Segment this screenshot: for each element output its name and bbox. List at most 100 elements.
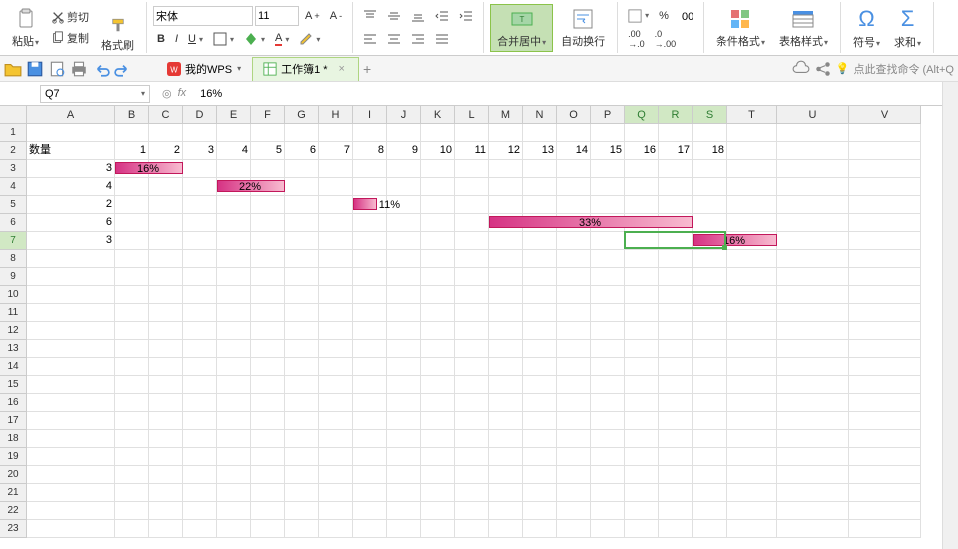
cell[interactable] [777,484,849,502]
select-all-corner[interactable] [0,106,27,124]
align-center-button[interactable] [383,30,405,48]
column-header[interactable]: O [557,106,591,124]
cell[interactable] [523,394,557,412]
cell[interactable] [387,484,421,502]
cell[interactable] [591,520,625,538]
cell[interactable] [625,286,659,304]
cell[interactable] [727,376,777,394]
cell[interactable] [693,214,727,232]
cell[interactable] [693,160,727,178]
cell[interactable] [489,430,523,448]
cell-value[interactable]: 13 [523,142,557,160]
cell[interactable] [557,358,591,376]
cell-value[interactable]: 16 [625,142,659,160]
cell[interactable] [217,340,251,358]
row-header[interactable]: 10 [0,286,27,304]
cell[interactable] [27,412,115,430]
cell[interactable] [557,412,591,430]
cell[interactable] [489,304,523,322]
cell[interactable] [149,412,183,430]
cell[interactable] [183,232,217,250]
cell-value[interactable]: 7 [319,142,353,160]
cell[interactable] [849,466,921,484]
cell[interactable] [659,268,693,286]
cell[interactable] [489,160,523,178]
cell[interactable] [183,412,217,430]
cell[interactable] [251,232,285,250]
cell[interactable] [353,124,387,142]
cell[interactable] [591,376,625,394]
cell[interactable] [149,232,183,250]
cell[interactable] [353,232,387,250]
cell[interactable] [115,304,149,322]
cell[interactable] [115,286,149,304]
print-preview-icon[interactable] [48,60,66,78]
cell[interactable] [659,376,693,394]
cell[interactable] [777,394,849,412]
cell[interactable] [557,466,591,484]
cell[interactable] [149,466,183,484]
cell[interactable] [149,394,183,412]
cell[interactable] [777,268,849,286]
cell[interactable] [849,268,921,286]
cell[interactable] [693,322,727,340]
share-icon[interactable] [814,60,832,78]
cell[interactable] [27,358,115,376]
cell[interactable] [489,466,523,484]
cell[interactable] [659,502,693,520]
comma-button[interactable]: 000 [675,7,697,25]
cell[interactable] [659,394,693,412]
cell[interactable] [591,322,625,340]
merge-center-button[interactable]: T 合并居中▾ [490,4,553,52]
cell-value[interactable]: 8 [353,142,387,160]
cell-value[interactable]: 6 [285,142,319,160]
cell[interactable] [387,124,421,142]
cell-value[interactable]: 3 [27,160,115,178]
cell[interactable] [727,250,777,268]
cell[interactable] [625,466,659,484]
cell[interactable] [183,214,217,232]
align-middle-button[interactable] [383,7,405,25]
column-header[interactable]: N [523,106,557,124]
cell[interactable] [285,286,319,304]
name-box[interactable]: Q7▾ [40,85,150,103]
cell[interactable] [319,160,353,178]
cell[interactable] [557,286,591,304]
cell[interactable] [455,376,489,394]
cell[interactable] [149,286,183,304]
cell[interactable] [217,124,251,142]
row-header[interactable]: 16 [0,394,27,412]
cell[interactable] [421,214,455,232]
cell[interactable] [319,520,353,538]
cell[interactable] [251,304,285,322]
cell[interactable] [183,160,217,178]
cell[interactable] [727,124,777,142]
cell[interactable] [557,232,591,250]
cell[interactable] [251,412,285,430]
cell[interactable] [387,376,421,394]
cell[interactable] [251,322,285,340]
cell-value[interactable]: 11 [455,142,489,160]
cell[interactable] [387,502,421,520]
bold-button[interactable]: B [153,31,169,47]
cell[interactable] [149,376,183,394]
cell[interactable] [849,286,921,304]
cell[interactable] [251,394,285,412]
cell[interactable] [693,484,727,502]
cell[interactable] [387,250,421,268]
cell[interactable] [27,286,115,304]
cell[interactable] [693,304,727,322]
cell[interactable] [387,412,421,430]
row-header[interactable]: 15 [0,376,27,394]
cell[interactable] [455,124,489,142]
cell[interactable] [217,412,251,430]
cell-value[interactable]: 5 [251,142,285,160]
cell[interactable] [591,124,625,142]
row-header[interactable]: 3 [0,160,27,178]
cell[interactable] [217,430,251,448]
cell[interactable] [115,376,149,394]
cell[interactable] [319,412,353,430]
cell[interactable] [149,448,183,466]
cell[interactable] [217,196,251,214]
cell[interactable] [285,160,319,178]
